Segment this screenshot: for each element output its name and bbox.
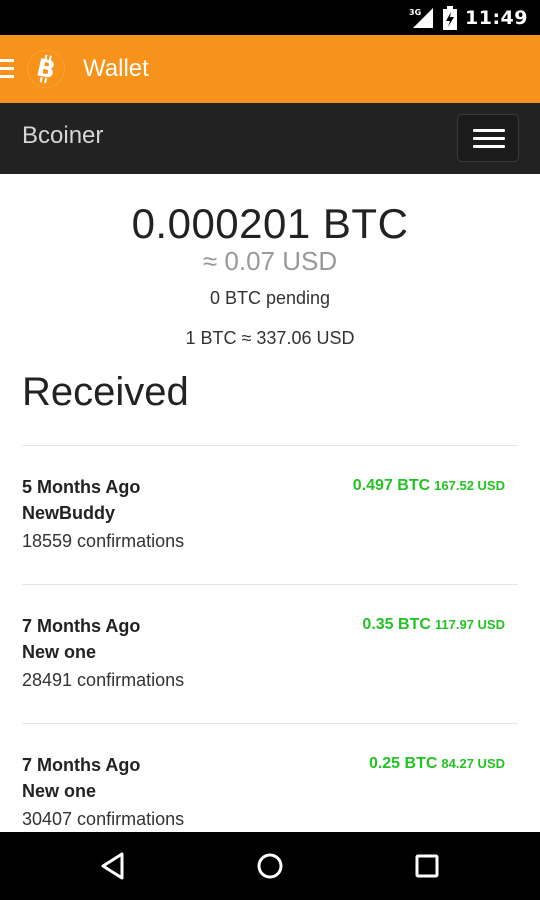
clock: 11:49 bbox=[465, 6, 528, 29]
app-bar: B Wallet bbox=[0, 35, 540, 103]
network-type: 3G bbox=[409, 8, 421, 17]
divider bbox=[22, 445, 518, 446]
transaction-amount: 0.25 BTC 84.27 USD bbox=[369, 755, 505, 773]
transaction-time: 5 Months Ago bbox=[22, 477, 141, 497]
transaction-row[interactable]: 5 Months Ago NewBuddy 18559 confirmation… bbox=[0, 477, 540, 616]
app-title: Wallet bbox=[83, 55, 149, 82]
status-bar: 3G 11:49 bbox=[0, 0, 540, 35]
balance-btc: 0.000201 BTC bbox=[131, 200, 409, 247]
navbar-toggle-button[interactable] bbox=[457, 114, 519, 162]
site-navbar: Bcoiner bbox=[0, 103, 540, 174]
status-icons: 3G 11:49 bbox=[409, 0, 528, 35]
recents-icon[interactable] bbox=[407, 846, 447, 886]
received-heading: Received bbox=[22, 370, 189, 414]
transaction-amount-btc: 0.25 BTC bbox=[368, 755, 438, 772]
hamburger-icon bbox=[473, 129, 505, 132]
transaction-amount: 0.497 BTC 167.52 USD bbox=[353, 477, 505, 495]
transaction-time: 7 Months Ago bbox=[22, 755, 141, 775]
transaction-amount-btc: 0.497 BTC bbox=[352, 477, 431, 494]
balance-usd: ≈ 0.07 USD bbox=[202, 246, 338, 276]
divider bbox=[22, 723, 518, 724]
bitcoin-logo: B bbox=[28, 51, 64, 87]
transaction-row[interactable]: 7 Months Ago New one 30407 confirmations… bbox=[0, 755, 540, 832]
transaction-time: 7 Months Ago bbox=[22, 616, 141, 636]
transaction-amount-usd: 117.97 USD bbox=[434, 617, 505, 632]
battery-charging-icon bbox=[443, 5, 458, 30]
back-icon[interactable] bbox=[93, 846, 133, 886]
transaction-amount-btc: 0.35 BTC bbox=[362, 616, 431, 633]
navbar-brand[interactable]: Bcoiner bbox=[22, 103, 103, 174]
transaction-label: New one bbox=[22, 642, 97, 662]
transaction-confirmations: 30407 confirmations bbox=[22, 809, 185, 829]
home-icon[interactable] bbox=[250, 846, 290, 886]
signal-icon: 3G bbox=[409, 7, 434, 28]
transaction-amount-usd: 167.52 USD bbox=[434, 478, 505, 493]
transaction-confirmations: 18559 confirmations bbox=[22, 531, 185, 551]
transaction-label: NewBuddy bbox=[22, 503, 116, 523]
system-nav-bar bbox=[0, 832, 540, 900]
transaction-confirmations: 28491 confirmations bbox=[22, 670, 185, 690]
wallet-content[interactable]: 0.000201 BTC ≈ 0.07 USD 0 BTC pending 1 … bbox=[0, 174, 540, 832]
transaction-amount-usd: 84.27 USD bbox=[441, 756, 505, 771]
pending-amount: 0 BTC pending bbox=[209, 288, 331, 308]
divider bbox=[22, 584, 518, 585]
transaction-row[interactable]: 7 Months Ago New one 28491 confirmations… bbox=[0, 616, 540, 755]
transaction-label: New one bbox=[22, 781, 97, 801]
exchange-rate: 1 BTC ≈ 337.06 USD bbox=[185, 328, 355, 348]
menu-icon[interactable] bbox=[0, 59, 16, 79]
transaction-amount: 0.35 BTC 117.97 USD bbox=[362, 616, 505, 634]
